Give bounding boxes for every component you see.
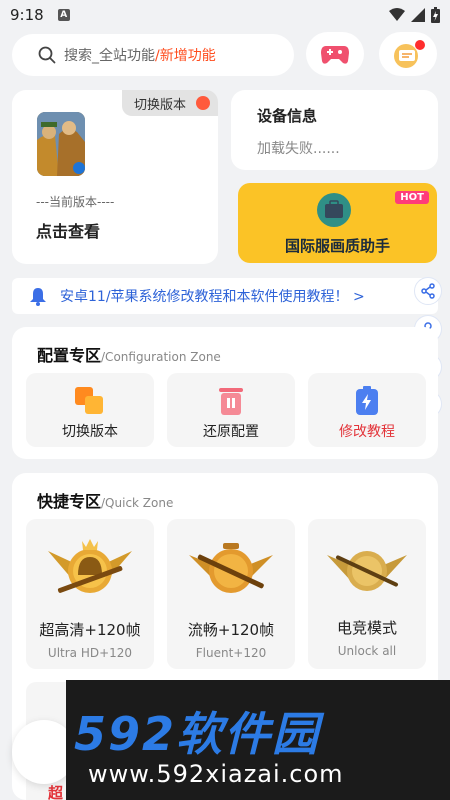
messages-button[interactable] <box>379 32 437 76</box>
tutorial-notice[interactable]: 安卓11/苹果系统修改教程和本软件使用教程！ > <box>12 278 438 314</box>
esports-mode-tile[interactable]: 电竞模式 Unlock all <box>308 519 426 669</box>
share-icon <box>421 283 435 299</box>
esports-mode-sublabel: Unlock all <box>337 644 397 658</box>
view-version-link[interactable]: 点击查看 <box>36 218 100 242</box>
watermark-overlay: 592软件园 www.592xiazai.com <box>66 680 450 800</box>
share-button[interactable] <box>414 277 442 305</box>
tutorial-notice-text: 安卓11/苹果系统修改教程和本软件使用教程！ > <box>60 289 365 305</box>
helmet-medal-icon <box>48 539 132 593</box>
pubg-game-icon <box>37 112 85 176</box>
quick-zone-next-label: 超 <box>48 784 64 800</box>
modify-tutorial-tile[interactable]: 修改教程 <box>308 373 426 447</box>
layers-icon <box>75 387 103 414</box>
briefcase-icon <box>317 193 351 227</box>
switch-version-tag[interactable]: 切换版本 <box>122 90 218 116</box>
gamepad-icon <box>321 46 349 64</box>
config-zone-subtitle: /Configuration Zone <box>101 350 221 364</box>
message-icon <box>394 40 425 68</box>
search-placeholder: 搜索_全站功能 <box>64 48 155 64</box>
notification-icon: A <box>57 9 70 21</box>
search-bar[interactable]: 搜索_全站功能/新增功能 <box>12 34 294 76</box>
switch-version-label: 切换版本 <box>134 97 187 113</box>
rifle-medal-small-icon <box>327 551 407 591</box>
game-mode-button[interactable] <box>306 32 364 76</box>
ultra-hd-120-tile[interactable]: 超高清+120帧 Ultra HD+120 <box>26 519 154 669</box>
quick-zone-title: 快捷专区/Quick Zone <box>37 488 173 512</box>
status-icons <box>389 7 440 23</box>
fluent-120-tile[interactable]: 流畅+120帧 Fluent+120 <box>167 519 295 669</box>
battery-bolt-icon <box>356 386 378 415</box>
switch-version-tile-label: 切换版本 <box>62 424 118 440</box>
device-info-title: 设备信息 <box>257 107 318 125</box>
intl-quality-assistant-card[interactable]: HOT 国际服画质助手 <box>238 183 437 263</box>
config-zone-title: 配置专区/Configuration Zone <box>37 342 221 366</box>
status-time: 9:18 <box>10 6 44 24</box>
bell-icon <box>30 288 46 306</box>
signal-icon <box>411 8 425 22</box>
intl-quality-assistant-label: 国际服画质助手 <box>284 237 390 255</box>
current-version-label: ---当前版本---- <box>36 195 115 209</box>
watermark-url: www.592xiazai.com <box>88 760 344 788</box>
ultra-hd-120-sublabel: Ultra HD+120 <box>47 646 133 660</box>
config-zone-title-text: 配置专区 <box>37 346 102 365</box>
hot-badge: HOT <box>395 191 429 204</box>
device-info-card[interactable]: 设备信息 加载失败...... <box>231 90 438 170</box>
modify-tutorial-tile-label: 修改教程 <box>339 424 395 440</box>
esports-mode-label: 电竞模式 <box>336 619 397 637</box>
switch-version-tile[interactable]: 切换版本 <box>26 373 154 447</box>
watermark-logo: 592软件园 <box>74 707 321 761</box>
device-info-status: 加载失败...... <box>257 141 340 157</box>
search-new-feature: /新增功能 <box>155 48 216 64</box>
restore-config-tile[interactable]: 还原配置 <box>167 373 295 447</box>
fluent-120-sublabel: Fluent+120 <box>195 646 267 660</box>
status-bar: 9:18 A <box>0 0 450 30</box>
search-icon <box>38 46 56 64</box>
quick-zone-subtitle: /Quick Zone <box>101 496 174 510</box>
fluent-120-label: 流畅+120帧 <box>187 621 275 639</box>
quick-zone-title-text: 快捷专区 <box>37 492 102 511</box>
restore-config-tile-label: 还原配置 <box>203 424 259 440</box>
battery-icon <box>431 7 440 23</box>
wifi-icon <box>389 8 405 21</box>
ultra-hd-120-label: 超高清+120帧 <box>39 621 141 639</box>
trash-icon <box>219 388 243 415</box>
rifle-medal-icon <box>189 543 273 593</box>
refresh-icon <box>196 96 210 110</box>
